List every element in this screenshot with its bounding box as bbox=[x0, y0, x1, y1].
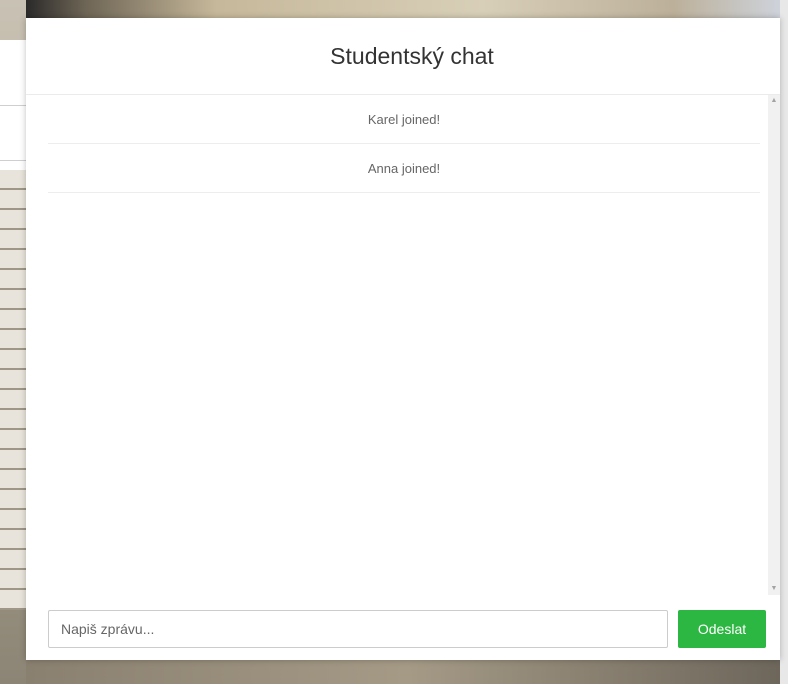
message-text: Anna joined! bbox=[367, 160, 441, 176]
message-text: Karel joined! bbox=[367, 111, 441, 127]
background-bottom-strip bbox=[26, 660, 788, 684]
background-left-panel bbox=[0, 40, 26, 171]
scrollbar[interactable]: ▲ ▼ bbox=[768, 95, 780, 595]
background-image-edge bbox=[0, 170, 26, 610]
send-button[interactable]: Odeslat bbox=[678, 610, 766, 648]
message-list: Karel joined! Anna joined! bbox=[48, 95, 760, 193]
list-item: Karel joined! bbox=[48, 95, 760, 144]
background-divider bbox=[0, 105, 26, 106]
scroll-down-arrow-icon[interactable]: ▼ bbox=[768, 583, 780, 595]
background-top-strip bbox=[26, 0, 788, 18]
background-right-strip bbox=[780, 0, 788, 684]
list-item: Anna joined! bbox=[48, 144, 760, 193]
chat-modal: Studentský chat Karel joined! Anna joine… bbox=[26, 18, 780, 660]
modal-header: Studentský chat bbox=[26, 18, 780, 95]
chat-messages-area[interactable]: Karel joined! Anna joined! ▲ ▼ bbox=[26, 95, 780, 598]
message-composer: Odeslat bbox=[26, 598, 780, 660]
background-divider bbox=[0, 160, 26, 161]
modal-title: Studentský chat bbox=[330, 42, 494, 69]
message-input[interactable] bbox=[48, 610, 668, 648]
scroll-up-arrow-icon[interactable]: ▲ bbox=[768, 95, 780, 107]
